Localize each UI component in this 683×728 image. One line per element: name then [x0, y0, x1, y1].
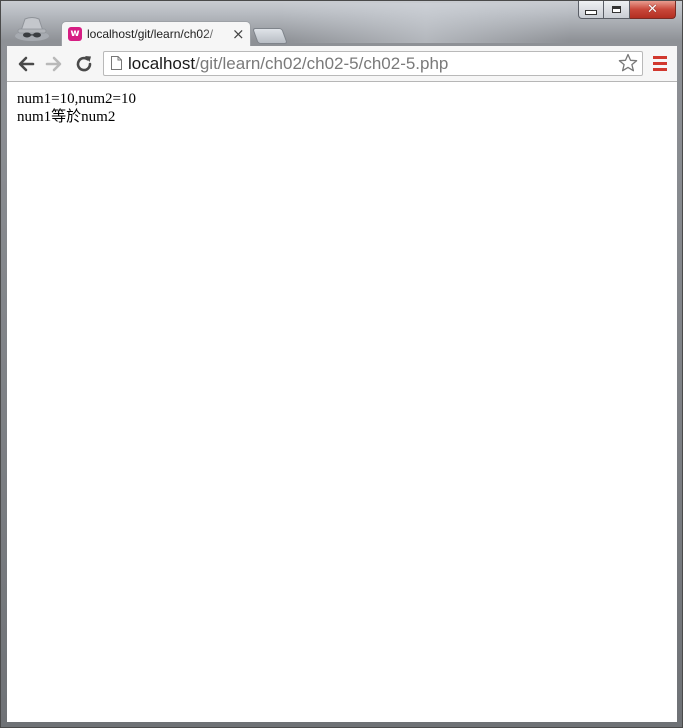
- back-button[interactable]: [15, 53, 37, 75]
- close-button[interactable]: ✕: [630, 1, 676, 19]
- maximize-button[interactable]: [604, 1, 630, 19]
- url-path: /git/learn/ch02/ch02-5/ch02-5.php: [195, 54, 449, 73]
- close-icon: ✕: [647, 2, 658, 17]
- tab-close-icon[interactable]: ×: [232, 25, 245, 43]
- url-host: localhost: [128, 54, 196, 73]
- star-icon[interactable]: [618, 53, 638, 73]
- browser-toolbar: localhost/git/learn/ch02/ch02-5/ch02-5.p…: [7, 46, 677, 82]
- tab-active[interactable]: w localhost/git/learn/ch02/ ×: [61, 21, 251, 47]
- page-content: num1=10,num2=10 num1等於num2: [7, 82, 677, 722]
- minimize-button[interactable]: [578, 1, 604, 19]
- reload-button[interactable]: [73, 53, 95, 75]
- address-bar[interactable]: localhost/git/learn/ch02/ch02-5/ch02-5.p…: [103, 51, 643, 76]
- wamp-favicon-icon: w: [68, 27, 82, 41]
- reload-icon: [76, 56, 92, 72]
- window-controls: ✕: [578, 1, 676, 20]
- title-bar-background: [281, 3, 571, 43]
- browser-window: w localhost/git/learn/ch02/ × ✕ localhos…: [0, 0, 683, 728]
- url-text[interactable]: localhost/git/learn/ch02/ch02-5/ch02-5.p…: [128, 54, 448, 74]
- output-line-1: num1=10,num2=10: [17, 91, 137, 107]
- output-line-2: num1等於num2: [17, 109, 116, 125]
- page-icon: [111, 56, 122, 70]
- forward-button[interactable]: [43, 53, 65, 75]
- maximize-icon: [612, 6, 621, 13]
- incognito-icon[interactable]: [13, 15, 51, 43]
- minimize-icon: [585, 10, 597, 15]
- new-tab-button[interactable]: [252, 28, 288, 44]
- back-arrow-icon: [18, 56, 35, 72]
- forward-arrow-icon: [45, 56, 62, 72]
- hamburger-menu-icon[interactable]: [653, 56, 667, 71]
- tab-title-fade: [202, 24, 228, 44]
